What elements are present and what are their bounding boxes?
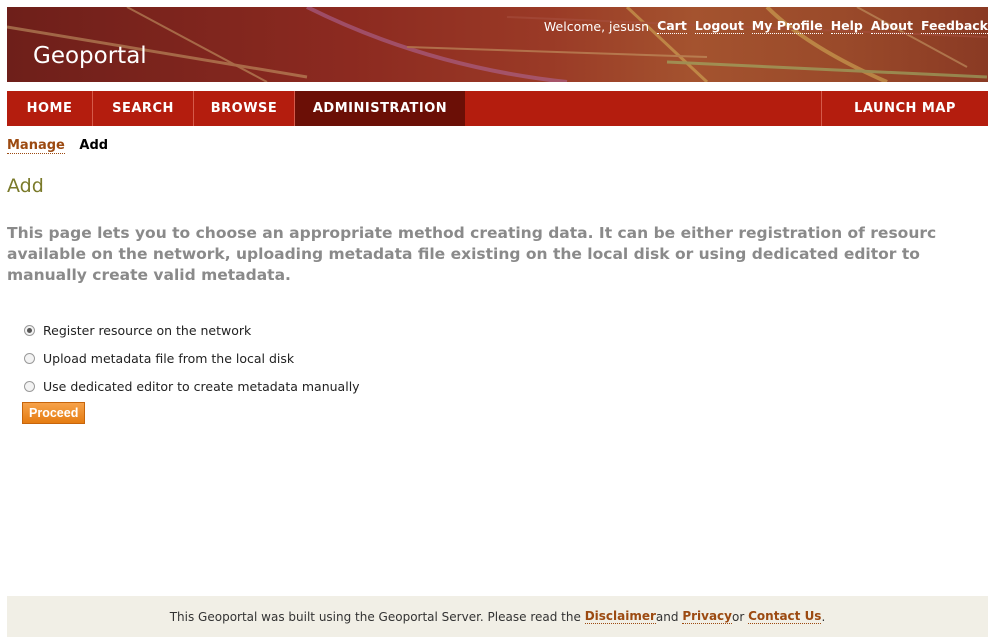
footer-text: and <box>655 609 679 624</box>
option-register-resource[interactable]: Register resource on the network <box>24 316 360 344</box>
radio-dedicated-editor[interactable] <box>24 380 35 392</box>
user-links: Welcome, jesusn Cart Logout My Profile H… <box>544 15 988 37</box>
breadcrumb-manage-link[interactable]: Manage <box>7 138 65 154</box>
footer-text: . <box>821 609 826 624</box>
option-upload-metadata[interactable]: Upload metadata file from the local disk <box>24 344 360 372</box>
footer-text: This Geoportal was built using the Geopo… <box>169 609 581 624</box>
option-dedicated-editor[interactable]: Use dedicated editor to create metadata … <box>24 372 360 400</box>
nav-tab-browse[interactable]: BROWSE <box>194 91 295 126</box>
nav-tab-home[interactable]: HOME <box>7 91 93 126</box>
welcome-text: Welcome, jesusn <box>543 18 650 34</box>
cart-link[interactable]: Cart <box>657 18 687 34</box>
nav-tab-search[interactable]: SEARCH <box>93 91 194 126</box>
main-nav: HOME SEARCH BROWSE ADMINISTRATION LAUNCH… <box>7 91 988 151</box>
launch-map-viewer-button[interactable]: LAUNCH MAP VIEWER <box>821 91 988 151</box>
logout-link[interactable]: Logout <box>694 18 744 34</box>
contact-us-link[interactable]: Contact Us <box>748 609 822 624</box>
help-link[interactable]: Help <box>830 18 863 34</box>
option-label: Use dedicated editor to create metadata … <box>43 378 360 394</box>
breadcrumb-current: Add <box>79 138 109 153</box>
footer: This Geoportal was built using the Geopo… <box>7 596 988 637</box>
my-profile-link[interactable]: My Profile <box>751 18 823 34</box>
proceed-button[interactable]: Proceed <box>22 402 86 424</box>
header-banner: Geoportal Welcome, jesusn Cart Logout My… <box>7 7 988 82</box>
intro-text: This page lets you to choose an appropri… <box>7 224 937 284</box>
footer-text: or <box>732 609 745 624</box>
radio-upload-metadata[interactable] <box>24 352 35 364</box>
about-link[interactable]: About <box>870 18 913 34</box>
page-title: Add <box>7 175 44 197</box>
privacy-link[interactable]: Privacy <box>682 609 732 624</box>
method-options: Register resource on the network Upload … <box>24 316 360 400</box>
breadcrumb: Manage Add <box>7 138 109 154</box>
option-label: Upload metadata file from the local disk <box>43 350 295 366</box>
option-label: Register resource on the network <box>43 322 252 338</box>
site-logo[interactable]: Geoportal <box>33 43 147 69</box>
nav-tab-administration[interactable]: ADMINISTRATION <box>295 91 465 126</box>
disclaimer-link[interactable]: Disclaimer <box>584 609 656 624</box>
feedback-link[interactable]: Feedback <box>920 18 988 34</box>
radio-register-resource[interactable] <box>24 324 35 336</box>
